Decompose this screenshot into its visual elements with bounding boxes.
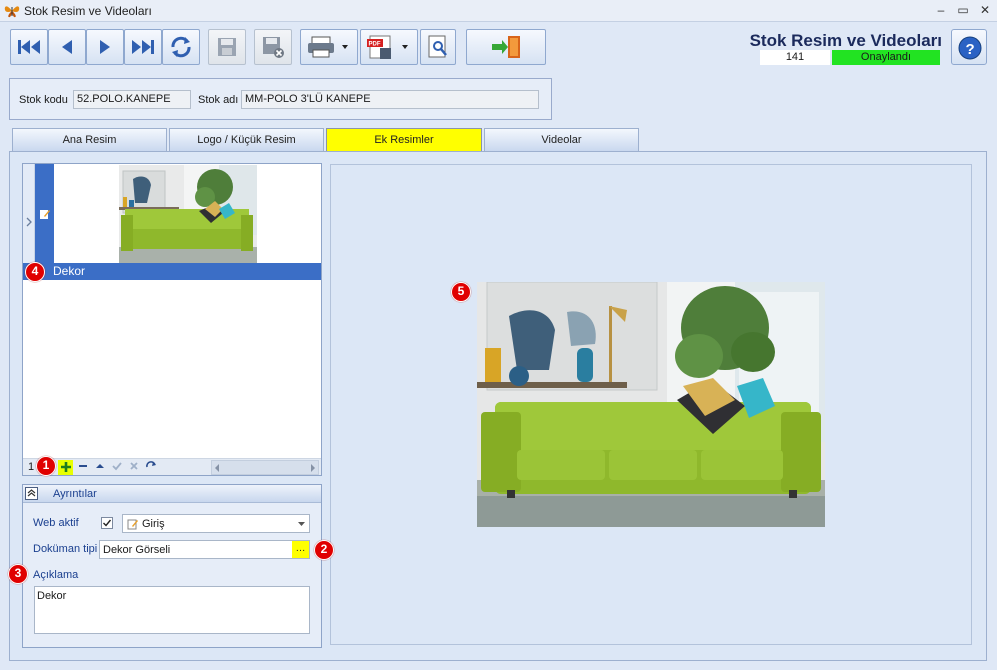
collapse-button[interactable] <box>25 487 38 500</box>
stok-info-panel: Stok kodu 52.POLO.KANEPE Stok adı MM-POL… <box>9 78 552 120</box>
image-list[interactable]: Dekor 1 <box>22 163 322 476</box>
dokuman-tipi-value: Dekor Görseli <box>103 544 171 556</box>
preview-icon <box>428 35 447 58</box>
delete-icon <box>263 37 284 58</box>
refresh-icon <box>171 36 191 58</box>
minimize-button[interactable]: – <box>930 2 952 19</box>
details-header: Ayrıntılar <box>23 485 321 503</box>
pdf-icon: PDF <box>367 35 408 59</box>
svg-text:?: ? <box>966 41 975 58</box>
annotation-badge-5: 5 <box>451 282 471 302</box>
post-edit-button[interactable] <box>109 460 124 475</box>
chevron-right-icon <box>26 217 32 227</box>
up-icon <box>95 464 104 468</box>
window-title: Stok Resim ve Videoları <box>24 4 152 18</box>
tab-videolar[interactable]: Videolar <box>484 128 639 151</box>
annotation-badge-1: 1 <box>36 456 56 476</box>
stok-kodu-field[interactable]: 52.POLO.KANEPE <box>73 90 191 109</box>
butterfly-icon <box>4 6 20 18</box>
svg-text:PDF: PDF <box>369 42 381 48</box>
edit-icon <box>40 210 50 219</box>
restore-button[interactable]: ▭ <box>952 2 974 19</box>
first-icon <box>18 40 40 54</box>
navigator-record-number: 1 <box>28 461 35 473</box>
add-icon <box>60 462 71 472</box>
exit-icon <box>492 36 520 58</box>
dokuman-tipi-field[interactable]: Dekor Görseli … <box>99 540 310 559</box>
help-icon: ? <box>958 36 982 60</box>
save-icon <box>218 38 236 56</box>
annotation-badge-2: 2 <box>314 540 334 560</box>
next-record-button[interactable] <box>86 29 124 65</box>
close-button[interactable]: ✕ <box>974 2 996 19</box>
refresh-list-button[interactable] <box>143 460 158 475</box>
record-number: 141 <box>760 50 830 65</box>
print-button[interactable] <box>300 29 358 65</box>
tab-ek-resimler[interactable]: Ek Resimler <box>326 128 482 152</box>
web-aktif-checkbox[interactable] <box>101 517 113 529</box>
collapse-icon <box>27 489 36 497</box>
minus-icon <box>78 465 87 467</box>
tab-logo-kucuk-resim[interactable]: Logo / Küçük Resim <box>169 128 324 151</box>
remove-record-button[interactable] <box>75 460 90 475</box>
last-record-button[interactable] <box>124 29 162 65</box>
tab-ana-resim[interactable]: Ana Resim <box>12 128 167 151</box>
list-item-caption: Dekor <box>53 264 86 278</box>
cancel-icon <box>129 462 138 470</box>
giris-dropdown[interactable]: Giriş <box>122 514 310 533</box>
row-indicator <box>23 164 35 264</box>
move-up-button[interactable] <box>92 460 107 475</box>
delete-button[interactable] <box>254 29 292 65</box>
prev-record-button[interactable] <box>48 29 86 65</box>
details-panel: Ayrıntılar Web aktif Giriş Doküman tipi … <box>22 484 322 648</box>
edit-icon <box>127 519 138 530</box>
exit-button[interactable] <box>466 29 546 65</box>
cancel-edit-button[interactable] <box>126 460 141 475</box>
giris-value: Giriş <box>142 518 165 530</box>
ellipsis-button[interactable]: … <box>292 541 309 558</box>
chevron-down-icon <box>298 522 305 526</box>
sofa-preview-image <box>477 282 825 527</box>
scroll-right-icon <box>311 464 315 472</box>
last-icon <box>132 40 154 54</box>
aciklama-label: Açıklama <box>33 569 79 581</box>
prev-icon <box>62 40 72 54</box>
help-button[interactable]: ? <box>951 29 987 65</box>
list-item[interactable]: Dekor <box>23 263 321 280</box>
stok-adi-label: Stok adı <box>198 94 239 106</box>
refresh-button[interactable] <box>162 29 200 65</box>
annotation-badge-4: 4 <box>25 262 45 282</box>
sofa-thumbnail[interactable] <box>119 165 257 263</box>
horizontal-scrollbar[interactable] <box>211 460 319 475</box>
refresh-icon <box>145 461 156 468</box>
title-bar: Stok Resim ve Videoları – ▭ ✕ <box>0 0 997 22</box>
add-record-button[interactable] <box>58 460 73 475</box>
check-icon <box>111 462 122 471</box>
print-preview-button[interactable] <box>420 29 456 65</box>
dokuman-tipi-label: Doküman tipi <box>33 543 98 555</box>
navigator-bar: 1 <box>23 458 321 475</box>
pdf-button[interactable]: PDF <box>360 29 418 65</box>
print-icon <box>308 36 348 58</box>
stok-adi-field[interactable]: MM-POLO 3'LÜ KANEPE <box>241 90 539 109</box>
edit-strip <box>35 164 54 264</box>
annotation-badge-3: 3 <box>8 564 28 584</box>
image-preview-panel <box>330 164 972 645</box>
save-button[interactable] <box>208 29 246 65</box>
first-record-button[interactable] <box>10 29 48 65</box>
form-title: Stok Resim ve Videoları <box>749 31 942 50</box>
next-icon <box>100 40 110 54</box>
status-badge: Onaylandı <box>832 50 940 65</box>
scroll-left-icon <box>215 464 219 472</box>
stok-kodu-label: Stok kodu <box>19 94 68 106</box>
details-title: Ayrıntılar <box>53 488 97 500</box>
checkmark-icon <box>103 519 112 527</box>
aciklama-textarea[interactable]: Dekor <box>34 586 310 634</box>
web-aktif-label: Web aktif <box>33 517 79 529</box>
